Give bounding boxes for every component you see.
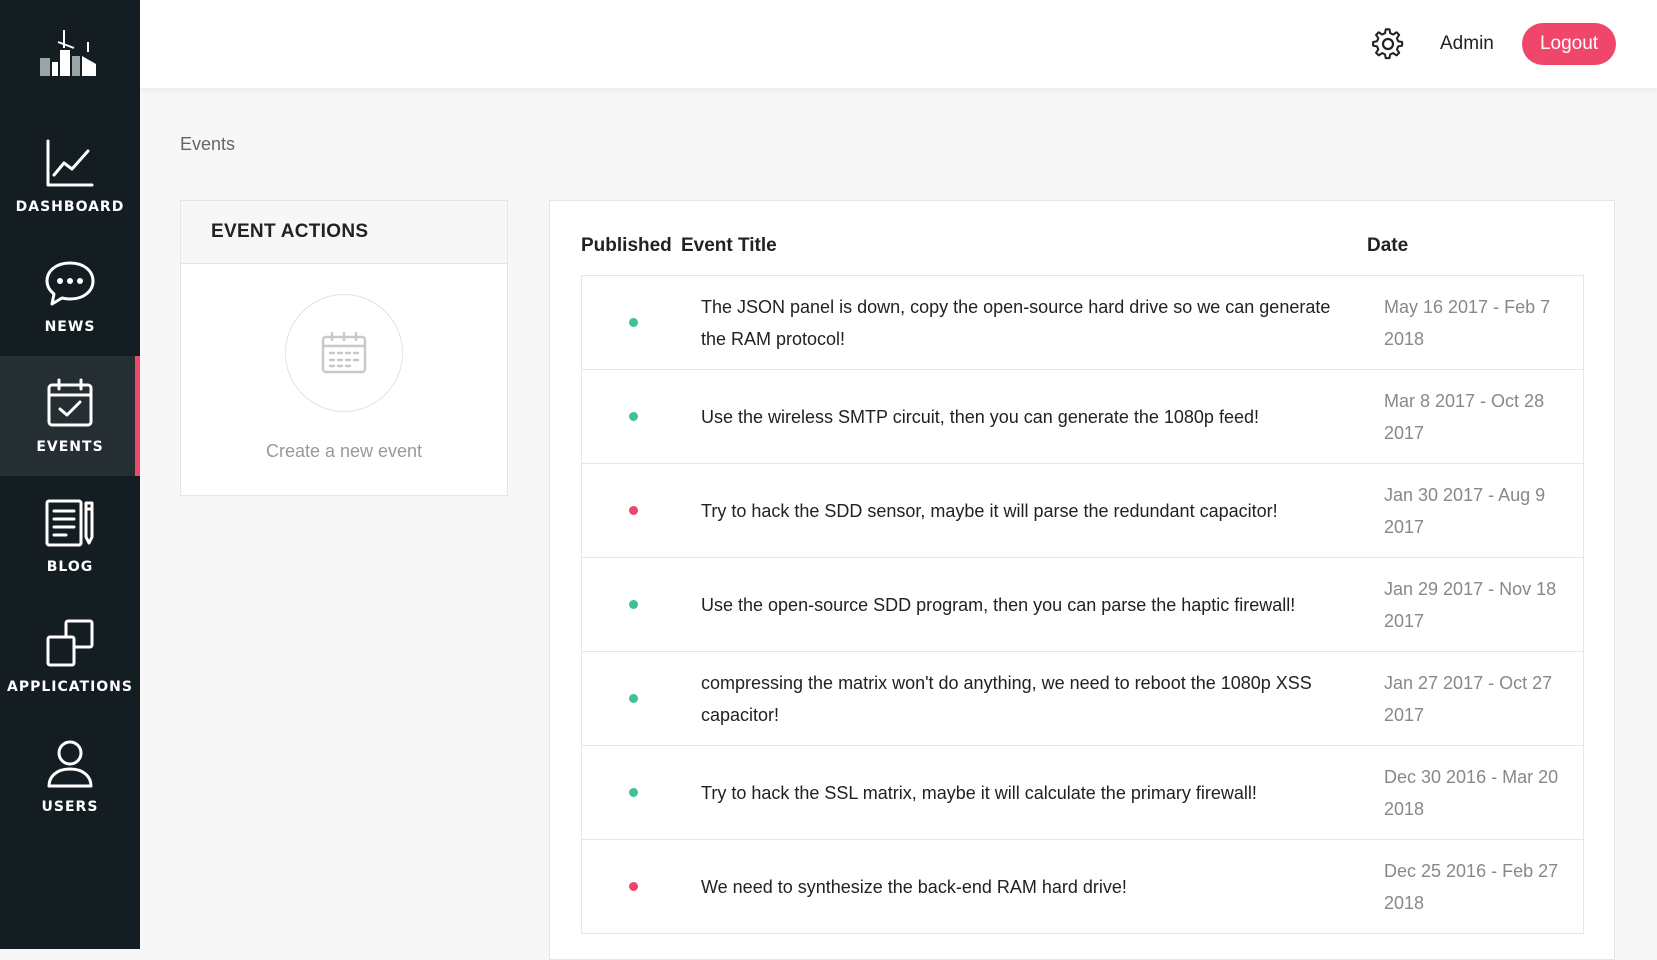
published-status-dot — [629, 600, 638, 609]
sidebar-item-applications[interactable]: APPLICATIONS — [0, 596, 140, 716]
sidebar-item-label: DASHBOARD — [15, 199, 125, 215]
published-status-dot — [629, 788, 638, 797]
event-title[interactable]: Try to hack the SSL matrix, maybe it wil… — [701, 746, 1331, 839]
sidebar-item-blog[interactable]: BLOG — [0, 476, 140, 596]
event-actions-header: EVENT ACTIONS — [181, 201, 507, 264]
unpublished-status-dot — [629, 506, 638, 515]
published-status-dot — [629, 694, 638, 703]
windows-icon — [46, 619, 94, 667]
logo-icon[interactable] — [36, 28, 100, 80]
event-date: May 16 2017 - Feb 7 2018 — [1384, 296, 1551, 349]
published-status-dot — [629, 412, 638, 421]
column-header-date[interactable]: Date — [1367, 235, 1408, 257]
table-header: Published Event Title Date — [550, 235, 1614, 265]
sidebar-item-users[interactable]: USERS — [0, 716, 140, 836]
table-row[interactable]: Use the wireless SMTP circuit, then you … — [581, 370, 1584, 464]
table-row[interactable]: The JSON panel is down, copy the open-so… — [581, 276, 1584, 370]
sidebar-item-label: EVENTS — [36, 439, 104, 455]
event-actions-title: EVENT ACTIONS — [211, 221, 369, 242]
event-date: Jan 29 2017 - Nov 18 2017 — [1384, 578, 1557, 631]
user-icon — [47, 740, 93, 788]
event-title[interactable]: We need to synthesize the back-end RAM h… — [701, 840, 1331, 933]
table-row[interactable]: Use the open-source SDD program, then yo… — [581, 558, 1584, 652]
event-date: Dec 25 2016 - Feb 27 2018 — [1384, 860, 1559, 913]
admin-user-link[interactable]: Admin — [1440, 33, 1494, 55]
event-title[interactable]: compressing the matrix won't do anything… — [701, 652, 1331, 745]
event-date: Jan 30 2017 - Aug 9 2017 — [1384, 484, 1546, 537]
sidebar: DASHBOARD NEWS EVENTS BLOG APPLICATIONS … — [0, 0, 140, 949]
sidebar-item-dashboard[interactable]: DASHBOARD — [0, 116, 140, 236]
calendar-check-icon — [47, 378, 93, 427]
gear-icon[interactable] — [1372, 28, 1404, 60]
create-event-label[interactable]: Create a new event — [181, 441, 507, 462]
sidebar-item-label: NEWS — [44, 319, 96, 335]
column-header-published[interactable]: Published — [581, 235, 672, 257]
chart-line-icon — [46, 139, 94, 187]
table-row[interactable]: compressing the matrix won't do anything… — [581, 652, 1584, 746]
sidebar-item-label: USERS — [41, 799, 99, 815]
sidebar-item-label: BLOG — [46, 559, 94, 575]
event-title[interactable]: The JSON panel is down, copy the open-so… — [701, 276, 1331, 369]
breadcrumb: Events — [180, 134, 236, 154]
sidebar-item-news[interactable]: NEWS — [0, 236, 140, 356]
sidebar-item-label: APPLICATIONS — [7, 679, 133, 695]
event-date: Dec 30 2016 - Mar 20 2018 — [1384, 766, 1559, 819]
event-title[interactable]: Try to hack the SDD sensor, maybe it wil… — [701, 464, 1331, 557]
published-status-dot — [629, 318, 638, 327]
event-title[interactable]: Use the open-source SDD program, then yo… — [701, 558, 1331, 651]
top-bar — [140, 0, 1657, 88]
table-row[interactable]: Try to hack the SSL matrix, maybe it wil… — [581, 746, 1584, 840]
events-table-body: The JSON panel is down, copy the open-so… — [581, 275, 1584, 934]
event-title[interactable]: Use the wireless SMTP circuit, then you … — [701, 370, 1331, 463]
document-pen-icon — [45, 499, 94, 547]
unpublished-status-dot — [629, 882, 638, 891]
calendar-icon — [321, 331, 367, 374]
logout-button[interactable]: Logout — [1522, 23, 1616, 65]
column-header-title[interactable]: Event Title — [681, 235, 777, 257]
sidebar-item-events[interactable]: EVENTS — [0, 356, 140, 476]
create-event-button[interactable] — [285, 294, 403, 412]
event-date: Jan 27 2017 - Oct 27 2017 — [1384, 672, 1553, 725]
event-date: Mar 8 2017 - Oct 28 2017 — [1384, 390, 1545, 443]
chat-bubble-icon — [45, 261, 95, 306]
events-table-card: Published Event Title Date The JSON pane… — [549, 200, 1615, 960]
table-row[interactable]: Try to hack the SDD sensor, maybe it wil… — [581, 464, 1584, 558]
event-actions-card: EVENT ACTIONS Create a new event — [180, 200, 508, 496]
table-row[interactable]: We need to synthesize the back-end RAM h… — [581, 840, 1584, 934]
